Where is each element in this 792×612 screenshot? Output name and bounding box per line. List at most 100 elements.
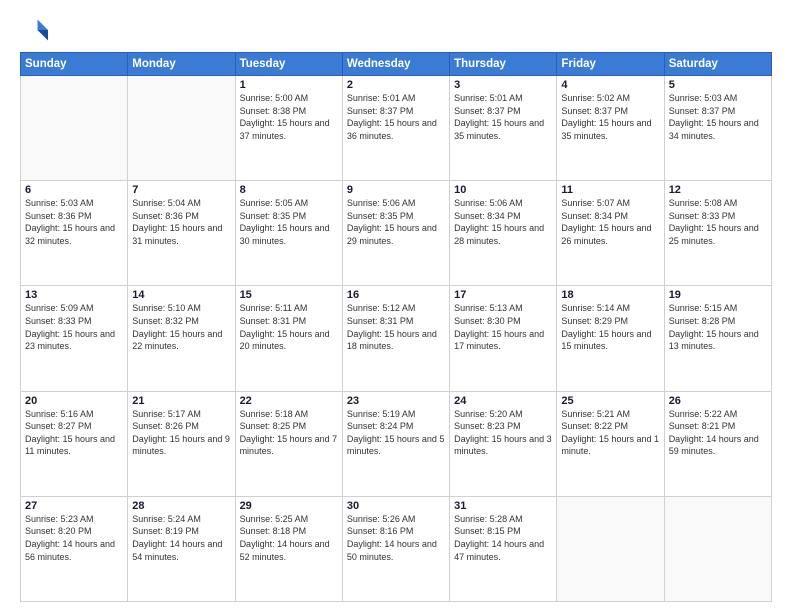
cell-info: Sunrise: 5:28 AMSunset: 8:15 PMDaylight:… bbox=[454, 513, 552, 563]
col-header-monday: Monday bbox=[128, 53, 235, 76]
cell-info: Sunrise: 5:06 AMSunset: 8:34 PMDaylight:… bbox=[454, 197, 552, 247]
calendar-header-row: SundayMondayTuesdayWednesdayThursdayFrid… bbox=[21, 53, 772, 76]
cell-info: Sunrise: 5:02 AMSunset: 8:37 PMDaylight:… bbox=[561, 92, 659, 142]
page: SundayMondayTuesdayWednesdayThursdayFrid… bbox=[0, 0, 792, 612]
calendar-cell: 22Sunrise: 5:18 AMSunset: 8:25 PMDayligh… bbox=[235, 391, 342, 496]
calendar-cell: 14Sunrise: 5:10 AMSunset: 8:32 PMDayligh… bbox=[128, 286, 235, 391]
cell-info: Sunrise: 5:13 AMSunset: 8:30 PMDaylight:… bbox=[454, 302, 552, 352]
calendar-cell: 7Sunrise: 5:04 AMSunset: 8:36 PMDaylight… bbox=[128, 181, 235, 286]
day-number: 3 bbox=[454, 79, 552, 91]
day-number: 10 bbox=[454, 184, 552, 196]
day-number: 6 bbox=[25, 184, 123, 196]
cell-info: Sunrise: 5:20 AMSunset: 8:23 PMDaylight:… bbox=[454, 408, 552, 458]
day-number: 17 bbox=[454, 289, 552, 301]
calendar-cell: 23Sunrise: 5:19 AMSunset: 8:24 PMDayligh… bbox=[342, 391, 449, 496]
cell-info: Sunrise: 5:17 AMSunset: 8:26 PMDaylight:… bbox=[132, 408, 230, 458]
day-number: 2 bbox=[347, 79, 445, 91]
day-number: 13 bbox=[25, 289, 123, 301]
cell-info: Sunrise: 5:05 AMSunset: 8:35 PMDaylight:… bbox=[240, 197, 338, 247]
cell-info: Sunrise: 5:14 AMSunset: 8:29 PMDaylight:… bbox=[561, 302, 659, 352]
cell-info: Sunrise: 5:01 AMSunset: 8:37 PMDaylight:… bbox=[454, 92, 552, 142]
col-header-saturday: Saturday bbox=[664, 53, 771, 76]
cell-info: Sunrise: 5:07 AMSunset: 8:34 PMDaylight:… bbox=[561, 197, 659, 247]
day-number: 16 bbox=[347, 289, 445, 301]
day-number: 5 bbox=[669, 79, 767, 91]
calendar-cell: 10Sunrise: 5:06 AMSunset: 8:34 PMDayligh… bbox=[450, 181, 557, 286]
col-header-sunday: Sunday bbox=[21, 53, 128, 76]
calendar-cell: 17Sunrise: 5:13 AMSunset: 8:30 PMDayligh… bbox=[450, 286, 557, 391]
calendar-week-1: 1Sunrise: 5:00 AMSunset: 8:38 PMDaylight… bbox=[21, 76, 772, 181]
calendar-cell: 16Sunrise: 5:12 AMSunset: 8:31 PMDayligh… bbox=[342, 286, 449, 391]
day-number: 22 bbox=[240, 395, 338, 407]
day-number: 18 bbox=[561, 289, 659, 301]
cell-info: Sunrise: 5:15 AMSunset: 8:28 PMDaylight:… bbox=[669, 302, 767, 352]
header bbox=[20, 16, 772, 44]
calendar-cell: 11Sunrise: 5:07 AMSunset: 8:34 PMDayligh… bbox=[557, 181, 664, 286]
col-header-thursday: Thursday bbox=[450, 53, 557, 76]
cell-info: Sunrise: 5:25 AMSunset: 8:18 PMDaylight:… bbox=[240, 513, 338, 563]
cell-info: Sunrise: 5:11 AMSunset: 8:31 PMDaylight:… bbox=[240, 302, 338, 352]
calendar-cell: 8Sunrise: 5:05 AMSunset: 8:35 PMDaylight… bbox=[235, 181, 342, 286]
calendar-cell: 9Sunrise: 5:06 AMSunset: 8:35 PMDaylight… bbox=[342, 181, 449, 286]
calendar-cell: 15Sunrise: 5:11 AMSunset: 8:31 PMDayligh… bbox=[235, 286, 342, 391]
day-number: 1 bbox=[240, 79, 338, 91]
logo bbox=[20, 16, 52, 44]
logo-icon bbox=[20, 16, 48, 44]
cell-info: Sunrise: 5:12 AMSunset: 8:31 PMDaylight:… bbox=[347, 302, 445, 352]
cell-info: Sunrise: 5:19 AMSunset: 8:24 PMDaylight:… bbox=[347, 408, 445, 458]
day-number: 24 bbox=[454, 395, 552, 407]
cell-info: Sunrise: 5:10 AMSunset: 8:32 PMDaylight:… bbox=[132, 302, 230, 352]
col-header-wednesday: Wednesday bbox=[342, 53, 449, 76]
calendar-cell: 29Sunrise: 5:25 AMSunset: 8:18 PMDayligh… bbox=[235, 496, 342, 601]
calendar-cell: 19Sunrise: 5:15 AMSunset: 8:28 PMDayligh… bbox=[664, 286, 771, 391]
cell-info: Sunrise: 5:23 AMSunset: 8:20 PMDaylight:… bbox=[25, 513, 123, 563]
day-number: 23 bbox=[347, 395, 445, 407]
calendar-cell: 1Sunrise: 5:00 AMSunset: 8:38 PMDaylight… bbox=[235, 76, 342, 181]
day-number: 28 bbox=[132, 500, 230, 512]
cell-info: Sunrise: 5:03 AMSunset: 8:37 PMDaylight:… bbox=[669, 92, 767, 142]
calendar-cell: 2Sunrise: 5:01 AMSunset: 8:37 PMDaylight… bbox=[342, 76, 449, 181]
col-header-tuesday: Tuesday bbox=[235, 53, 342, 76]
calendar-cell: 25Sunrise: 5:21 AMSunset: 8:22 PMDayligh… bbox=[557, 391, 664, 496]
cell-info: Sunrise: 5:08 AMSunset: 8:33 PMDaylight:… bbox=[669, 197, 767, 247]
cell-info: Sunrise: 5:26 AMSunset: 8:16 PMDaylight:… bbox=[347, 513, 445, 563]
calendar-cell: 6Sunrise: 5:03 AMSunset: 8:36 PMDaylight… bbox=[21, 181, 128, 286]
day-number: 30 bbox=[347, 500, 445, 512]
calendar-cell bbox=[128, 76, 235, 181]
calendar-week-5: 27Sunrise: 5:23 AMSunset: 8:20 PMDayligh… bbox=[21, 496, 772, 601]
calendar-cell: 4Sunrise: 5:02 AMSunset: 8:37 PMDaylight… bbox=[557, 76, 664, 181]
day-number: 8 bbox=[240, 184, 338, 196]
day-number: 15 bbox=[240, 289, 338, 301]
day-number: 26 bbox=[669, 395, 767, 407]
day-number: 11 bbox=[561, 184, 659, 196]
cell-info: Sunrise: 5:24 AMSunset: 8:19 PMDaylight:… bbox=[132, 513, 230, 563]
calendar-cell: 12Sunrise: 5:08 AMSunset: 8:33 PMDayligh… bbox=[664, 181, 771, 286]
calendar-cell bbox=[21, 76, 128, 181]
day-number: 7 bbox=[132, 184, 230, 196]
calendar-cell: 20Sunrise: 5:16 AMSunset: 8:27 PMDayligh… bbox=[21, 391, 128, 496]
calendar-week-2: 6Sunrise: 5:03 AMSunset: 8:36 PMDaylight… bbox=[21, 181, 772, 286]
calendar-week-4: 20Sunrise: 5:16 AMSunset: 8:27 PMDayligh… bbox=[21, 391, 772, 496]
day-number: 4 bbox=[561, 79, 659, 91]
calendar-cell: 24Sunrise: 5:20 AMSunset: 8:23 PMDayligh… bbox=[450, 391, 557, 496]
day-number: 19 bbox=[669, 289, 767, 301]
cell-info: Sunrise: 5:01 AMSunset: 8:37 PMDaylight:… bbox=[347, 92, 445, 142]
col-header-friday: Friday bbox=[557, 53, 664, 76]
day-number: 20 bbox=[25, 395, 123, 407]
calendar-cell bbox=[557, 496, 664, 601]
calendar-table: SundayMondayTuesdayWednesdayThursdayFrid… bbox=[20, 52, 772, 602]
day-number: 31 bbox=[454, 500, 552, 512]
cell-info: Sunrise: 5:22 AMSunset: 8:21 PMDaylight:… bbox=[669, 408, 767, 458]
cell-info: Sunrise: 5:16 AMSunset: 8:27 PMDaylight:… bbox=[25, 408, 123, 458]
calendar-cell: 18Sunrise: 5:14 AMSunset: 8:29 PMDayligh… bbox=[557, 286, 664, 391]
calendar-cell: 3Sunrise: 5:01 AMSunset: 8:37 PMDaylight… bbox=[450, 76, 557, 181]
calendar-cell bbox=[664, 496, 771, 601]
cell-info: Sunrise: 5:09 AMSunset: 8:33 PMDaylight:… bbox=[25, 302, 123, 352]
cell-info: Sunrise: 5:21 AMSunset: 8:22 PMDaylight:… bbox=[561, 408, 659, 458]
calendar-cell: 5Sunrise: 5:03 AMSunset: 8:37 PMDaylight… bbox=[664, 76, 771, 181]
calendar-cell: 31Sunrise: 5:28 AMSunset: 8:15 PMDayligh… bbox=[450, 496, 557, 601]
calendar-cell: 27Sunrise: 5:23 AMSunset: 8:20 PMDayligh… bbox=[21, 496, 128, 601]
cell-info: Sunrise: 5:18 AMSunset: 8:25 PMDaylight:… bbox=[240, 408, 338, 458]
cell-info: Sunrise: 5:03 AMSunset: 8:36 PMDaylight:… bbox=[25, 197, 123, 247]
calendar-week-3: 13Sunrise: 5:09 AMSunset: 8:33 PMDayligh… bbox=[21, 286, 772, 391]
